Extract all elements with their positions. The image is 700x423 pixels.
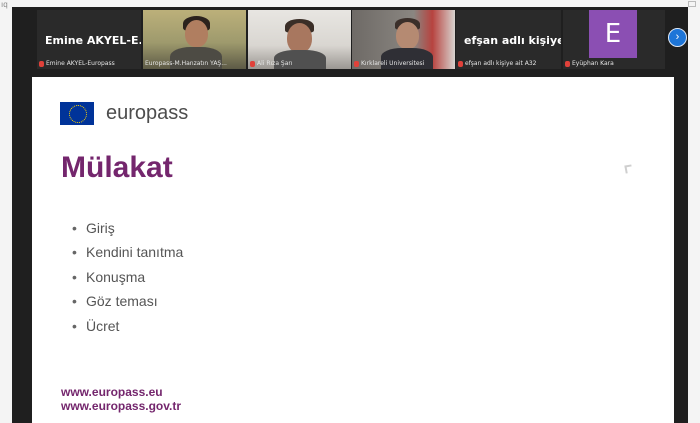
- bullet-item: Kendini tanıtma: [72, 240, 183, 265]
- bullet-item: Göz teması: [72, 289, 183, 314]
- participant-tile-video-3[interactable]: Kırklareli Üniversitesi: [352, 10, 455, 69]
- meeting-window: Emine AKYEL-E... Emine AKYEL-Europass Eu…: [12, 7, 688, 423]
- mic-muted-icon: [458, 60, 463, 67]
- participant-label: Europass-M.Hanzatın YAŞ...: [145, 60, 227, 67]
- brand-name: europass: [106, 102, 189, 124]
- bullet-item: Giriş: [72, 216, 183, 241]
- chevron-right-icon[interactable]: ›: [668, 28, 687, 47]
- footer-link: www.europass.eu: [61, 385, 163, 399]
- participant-label: Eyüphan Kara: [572, 60, 614, 67]
- participant-avatar: E: [589, 10, 637, 58]
- participant-tile-emine[interactable]: Emine AKYEL-E... Emine AKYEL-Europass: [37, 10, 141, 69]
- slide-title: Mülakat: [61, 151, 173, 184]
- slide-footer: www.europass.eu www.europass.gov.tr: [61, 385, 181, 413]
- eu-flag-icon: [60, 102, 94, 125]
- window-control-icon[interactable]: [688, 1, 696, 7]
- shared-slide: europass Mülakat Giriş Kendini tanıtma K…: [32, 77, 674, 423]
- footer-link: www.europass.gov.tr: [61, 399, 182, 413]
- mic-muted-icon: [565, 60, 570, 67]
- mic-muted-icon: [250, 60, 255, 67]
- participant-tile-efsan[interactable]: efşan adlı kişiye... efşan adlı kişiye a…: [456, 10, 561, 69]
- participant-display-name: efşan adlı kişiye...: [464, 34, 561, 47]
- cursor-icon: [624, 164, 633, 174]
- participant-tile-video-1[interactable]: Europass-M.Hanzatın YAŞ...: [143, 10, 246, 69]
- participant-label: Ali Rıza Şarı: [257, 60, 293, 67]
- participant-display-name: Emine AKYEL-E...: [45, 34, 141, 47]
- europass-logo: europass: [60, 102, 188, 125]
- mic-muted-icon: [354, 60, 359, 67]
- participant-tile-video-2[interactable]: Ali Rıza Şarı: [248, 10, 351, 69]
- participant-label: efşan adlı kişiye ait A32: [465, 60, 537, 67]
- bullet-list: Giriş Kendini tanıtma Konuşma Göz teması…: [72, 216, 183, 338]
- participant-label: Emine AKYEL-Europass: [46, 60, 115, 67]
- window-tag: ıq: [1, 0, 8, 9]
- participant-label: Kırklareli Üniversitesi: [361, 60, 425, 67]
- bullet-item: Konuşma: [72, 265, 183, 290]
- mic-muted-icon: [39, 60, 44, 67]
- bullet-item: Ücret: [72, 314, 183, 339]
